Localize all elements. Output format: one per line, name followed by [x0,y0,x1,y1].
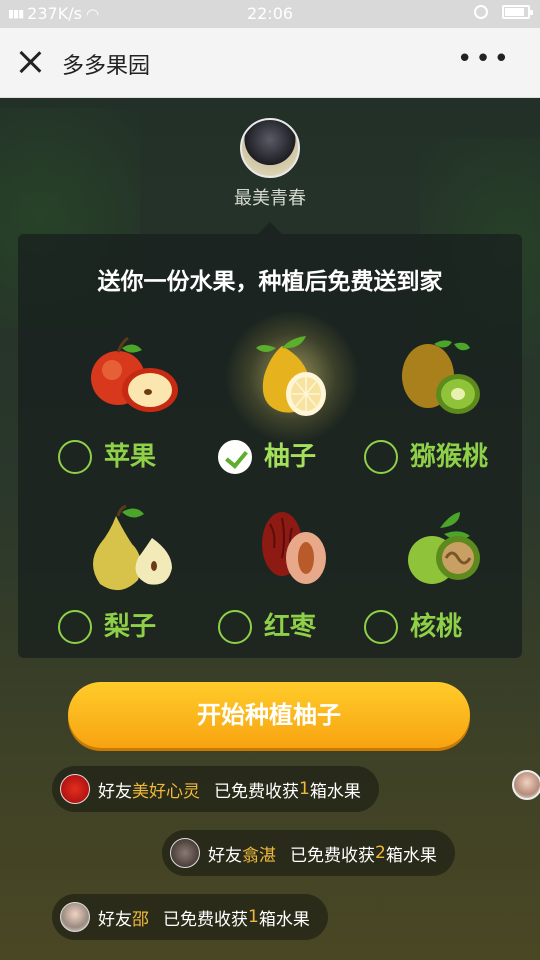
walnut-icon [408,512,480,584]
friend-prefix: 好友 [98,909,132,930]
fruit-label: 核桃 [410,612,463,642]
harvest-unit: 箱水果 [385,845,437,866]
pomelo-icon [256,336,326,416]
radio-kiwi[interactable] [364,440,398,474]
friend-prefix: 好友 [208,845,242,866]
friend-name: 翕湛 [242,845,276,866]
friend-avatar [170,838,200,868]
harvest-action: 已免费收获 [214,781,299,802]
fruit-option-jujube[interactable]: 红枣 [212,504,372,654]
pear-icon [93,504,172,591]
harvest-count: 1 [299,779,310,799]
page-title: 多多果园 [62,54,151,79]
fruit-label: 猕猴桃 [410,442,489,472]
harvest-action: 已免费收获 [290,845,375,866]
fruit-option-walnut[interactable]: 核桃 [358,504,518,654]
radio-walnut[interactable] [364,610,398,644]
harvest-count: 1 [248,907,259,927]
harvest-unit: 箱水果 [309,781,361,802]
friend-harvest-item: 好友 美好心灵 已免费收获 1 箱水果 [52,766,379,812]
more-options-icon[interactable]: ••• [457,46,512,72]
alarm-icon [474,5,488,19]
fruit-option-pear[interactable]: 梨子 [52,504,212,654]
kiwi-icon [402,340,480,414]
friend-avatar-partial [512,770,540,800]
harvest-unit: 箱水果 [258,909,310,930]
friend-name: 美好心灵 [132,781,200,802]
panel-pointer [258,222,282,234]
fruit-option-pomelo[interactable]: 柚子 [212,312,372,484]
fruit-label: 柚子 [264,442,317,472]
fruit-selection-panel: 送你一份水果，种植后免费送到家 苹果 柚子 猕猴桃 梨子 红枣 核桃 [18,234,522,658]
radio-jujube[interactable] [218,610,252,644]
status-bar: ▮▮▮ 237K/s ◠ 22:06 [0,0,540,28]
start-planting-button[interactable]: 开始种植柚子 [68,682,470,748]
friend-name: 邵 [132,909,149,930]
panel-title: 送你一份水果，种植后免费送到家 [97,269,443,295]
user-name: 最美青春 [234,188,306,209]
harvest-count: 2 [375,843,386,863]
apple-icon [91,336,178,412]
friend-avatar [60,902,90,932]
status-right [474,5,533,19]
status-time: 22:06 [246,4,294,23]
friend-avatar [60,774,90,804]
battery-icon [502,5,533,19]
harvest-action: 已免费收获 [163,909,248,930]
battery-fill [505,8,524,16]
friend-prefix: 好友 [98,781,132,802]
close-icon[interactable] [16,48,44,76]
fruit-label: 苹果 [104,442,157,472]
jujube-icon [262,512,326,584]
fruit-label: 梨子 [104,612,157,642]
nav-bar: 多多果园 ••• [0,28,540,98]
friend-harvest-item: 好友 翕湛 已免费收获 2 箱水果 [162,830,455,876]
friend-harvest-item: 好友 邵 已免费收获 1 箱水果 [52,894,328,940]
radio-pear[interactable] [58,610,92,644]
radio-pomelo[interactable] [218,440,252,474]
radio-apple[interactable] [58,440,92,474]
fruit-option-apple[interactable]: 苹果 [52,334,212,484]
fruit-option-kiwi[interactable]: 猕猴桃 [358,334,518,484]
fruit-label: 红枣 [264,612,317,642]
avatar [240,118,300,178]
